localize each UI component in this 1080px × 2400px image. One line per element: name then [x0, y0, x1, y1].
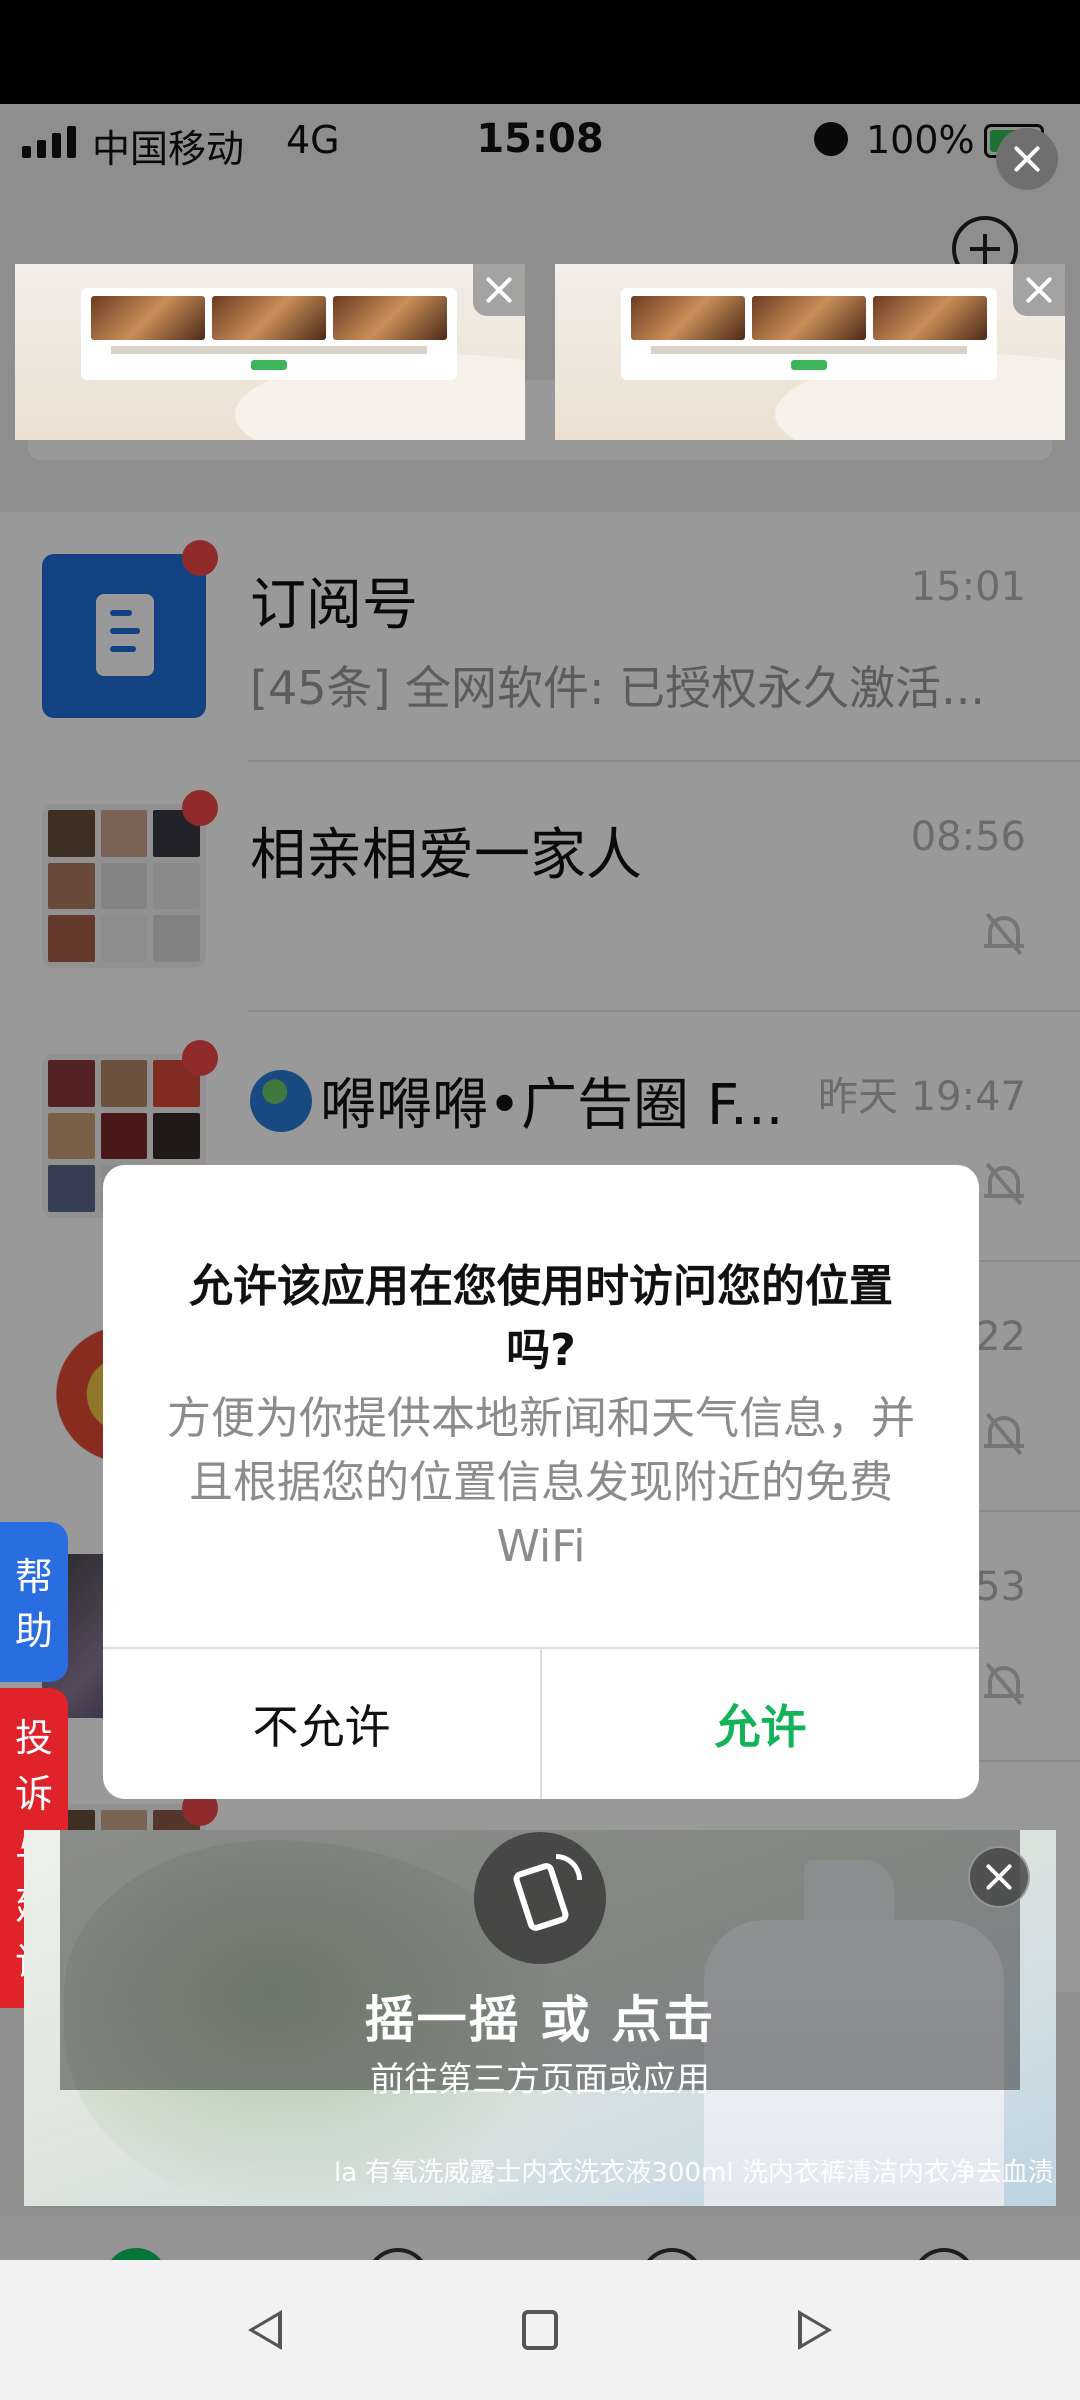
system-nav-bar	[0, 2260, 1080, 2400]
allow-button[interactable]: 允许	[542, 1649, 979, 1799]
dialog-title: 允许该应用在您使用时访问您的位置吗?	[189, 1261, 893, 1376]
close-icon[interactable]	[968, 1846, 1030, 1908]
home-icon[interactable]	[522, 2310, 558, 2350]
banner-ad-left[interactable]	[15, 264, 525, 440]
help-label: 帮助	[14, 1555, 53, 1653]
dialog-message: 方便为你提供本地新闻和天气信息，并且根据您的位置信息发现附近的免费WiFi	[167, 1393, 915, 1572]
phone-screen: 中国移动 4G 15:08 100% 订阅号 15:01 [45条] 全网软件:…	[0, 0, 1080, 2400]
location-permission-dialog: 允许该应用在您使用时访问您的位置吗? 方便为你提供本地新闻和天气信息，并且根据您…	[103, 1165, 979, 1799]
close-ads-icon[interactable]	[996, 128, 1058, 190]
ad-title: 摇一摇 或 点击	[364, 1991, 716, 2049]
close-icon[interactable]	[1013, 264, 1065, 316]
close-icon[interactable]	[473, 264, 525, 316]
bottom-splash-ad[interactable]: 摇一摇 或 点击 前往第三方页面或应用 la 有氧洗威露士内衣洗衣液300ml …	[24, 1830, 1056, 2206]
recent-apps-icon[interactable]	[798, 2310, 832, 2350]
ad-caption: la 有氧洗威露士内衣洗衣液300ml 洗内衣裤清洁内衣净去血渍除	[334, 2158, 1056, 2188]
shake-phone-icon	[474, 1832, 606, 1964]
top-black-bar	[0, 0, 1080, 104]
help-button[interactable]: 帮助	[0, 1522, 68, 1682]
deny-button[interactable]: 不允许	[103, 1649, 540, 1799]
ad-image	[621, 288, 997, 380]
banner-ad-right[interactable]	[555, 264, 1065, 440]
back-icon[interactable]	[248, 2310, 282, 2350]
ad-image	[81, 288, 457, 380]
ad-subtitle: 前往第三方页面或应用	[370, 2060, 710, 2100]
